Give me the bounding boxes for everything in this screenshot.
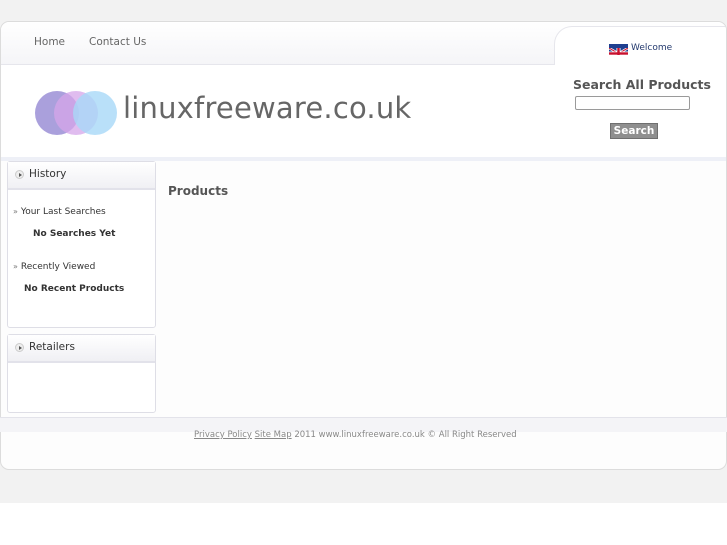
- arrow-bullet-icon: [15, 170, 24, 179]
- no-recent-products-text: No Recent Products: [24, 284, 125, 294]
- last-searches-label: Your Last Searches: [20, 207, 106, 217]
- site-logo-text[interactable]: linuxfreeware.co.uk: [123, 91, 411, 125]
- bottom-strip: [0, 503, 727, 545]
- recently-viewed-link[interactable]: » Recently Viewed: [13, 262, 95, 272]
- history-box: History » Your Last Searches No Searches …: [7, 161, 156, 328]
- arrow-bullet-icon: [15, 343, 24, 352]
- chevron-right-icon: »: [13, 262, 18, 271]
- retailers-box: Retailers: [7, 334, 156, 413]
- retailers-title: Retailers: [29, 341, 75, 353]
- site-header: linuxfreeware.co.uk Search All Products …: [1, 65, 726, 161]
- uk-flag-icon: [609, 44, 628, 55]
- site-map-link[interactable]: Site Map: [255, 430, 292, 440]
- no-searches-text: No Searches Yet: [33, 229, 116, 239]
- top-nav: Home Contact Us Welcome: [1, 22, 726, 67]
- logo-icon[interactable]: [35, 90, 121, 136]
- search-button[interactable]: Search: [610, 123, 658, 139]
- history-box-header: History: [8, 162, 155, 190]
- welcome-link[interactable]: Welcome: [631, 43, 672, 53]
- copyright-text: 2011 www.linuxfreeware.co.uk © All Right…: [294, 430, 517, 440]
- chevron-right-icon: »: [13, 207, 18, 216]
- search-input[interactable]: [575, 96, 690, 110]
- footer-text: Privacy Policy Site Map 2011 www.linuxfr…: [194, 430, 517, 440]
- retailers-box-header: Retailers: [8, 335, 155, 363]
- history-title: History: [29, 168, 67, 180]
- products-heading: Products: [168, 184, 229, 198]
- nav-contact-link[interactable]: Contact Us: [89, 36, 146, 48]
- privacy-policy-link[interactable]: Privacy Policy: [194, 430, 252, 440]
- last-searches-link[interactable]: » Your Last Searches: [13, 207, 106, 217]
- recently-viewed-label: Recently Viewed: [20, 262, 96, 272]
- search-label: Search All Products: [573, 77, 711, 92]
- nav-home-link[interactable]: Home: [34, 36, 65, 48]
